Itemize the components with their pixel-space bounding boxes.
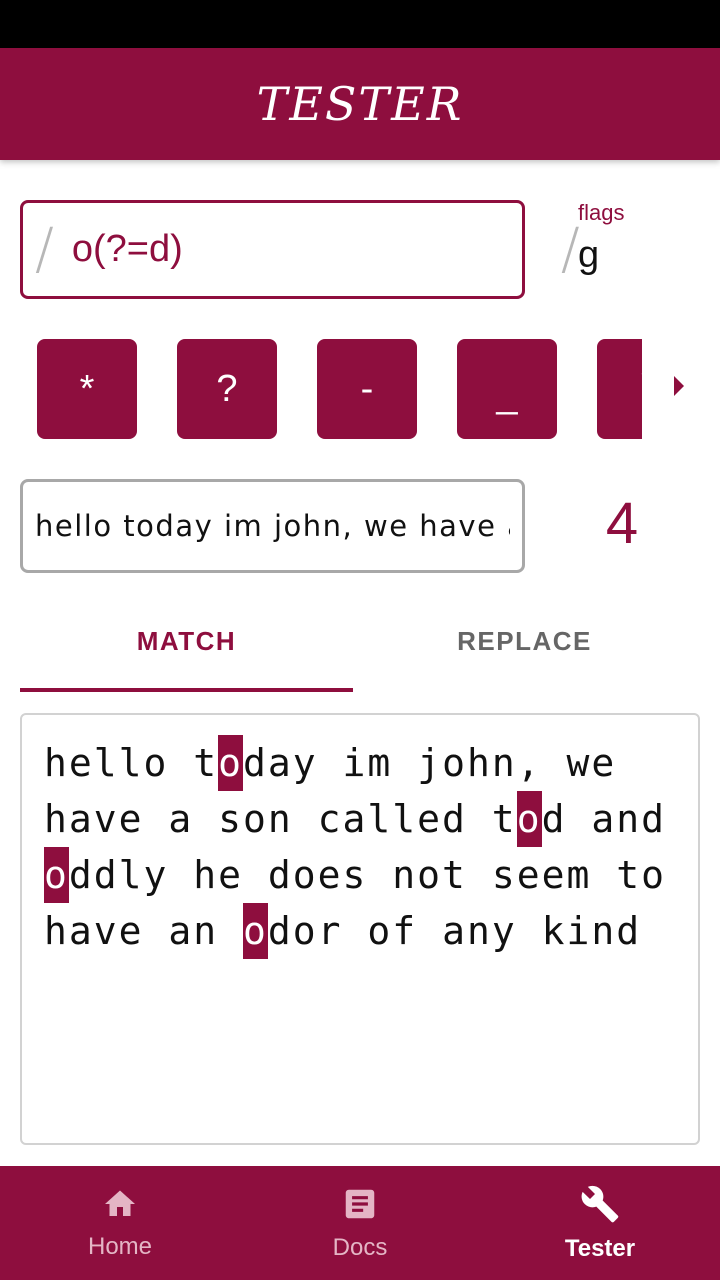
result-text-segment: hello t bbox=[44, 741, 219, 785]
result-text-segment: d and bbox=[541, 797, 666, 841]
match-count: 4 bbox=[605, 491, 639, 556]
match-highlight: o bbox=[218, 735, 244, 791]
app-title: TESTER bbox=[256, 77, 464, 131]
wrench-icon bbox=[580, 1184, 620, 1229]
tab-match[interactable]: MATCH bbox=[20, 610, 353, 672]
nav-item-docs[interactable]: Docs bbox=[240, 1166, 480, 1280]
regex-field[interactable]: / / bbox=[20, 200, 580, 299]
nav-label-home: Home bbox=[87, 1232, 153, 1260]
nav-label-tester: Tester bbox=[564, 1234, 636, 1262]
test-string-field[interactable] bbox=[20, 479, 525, 573]
app-bar: TESTER bbox=[0, 48, 720, 160]
tab-indicator bbox=[20, 688, 353, 692]
match-result-panel: hello today im john, we have a son calle… bbox=[20, 713, 700, 1145]
regex-open-slash: / bbox=[35, 216, 54, 282]
scroll-right-arrow-icon[interactable] bbox=[674, 376, 684, 396]
match-highlight: o bbox=[243, 903, 268, 959]
status-bar bbox=[0, 0, 720, 48]
nav-item-home[interactable]: Home bbox=[0, 1166, 240, 1280]
regex-close-slash: / bbox=[560, 216, 580, 282]
regex-input[interactable] bbox=[53, 228, 561, 271]
quick-insert-chips: * ? - _ \ bbox=[0, 339, 642, 439]
test-string-input[interactable] bbox=[35, 509, 510, 543]
chip-asterisk[interactable]: * bbox=[37, 339, 137, 439]
match-result-text: hello today im john, we have a son calle… bbox=[44, 735, 676, 959]
docs-icon bbox=[341, 1185, 379, 1228]
chip-backslash[interactable]: \ bbox=[597, 339, 642, 439]
chip-question[interactable]: ? bbox=[177, 339, 277, 439]
nav-label-docs: Docs bbox=[332, 1233, 388, 1261]
home-icon bbox=[101, 1186, 139, 1227]
result-text-segment: dor of any kind bbox=[267, 909, 642, 953]
flags-value[interactable]: g bbox=[578, 234, 599, 277]
chip-hyphen[interactable]: - bbox=[317, 339, 417, 439]
bottom-nav: Home Docs Tester bbox=[0, 1166, 720, 1280]
tab-replace[interactable]: REPLACE bbox=[358, 610, 691, 672]
nav-item-tester[interactable]: Tester bbox=[480, 1166, 720, 1280]
match-highlight: o bbox=[516, 791, 542, 847]
match-highlight: o bbox=[44, 847, 69, 903]
chip-underscore[interactable]: _ bbox=[457, 339, 557, 439]
flags-label: flags bbox=[578, 200, 625, 225]
